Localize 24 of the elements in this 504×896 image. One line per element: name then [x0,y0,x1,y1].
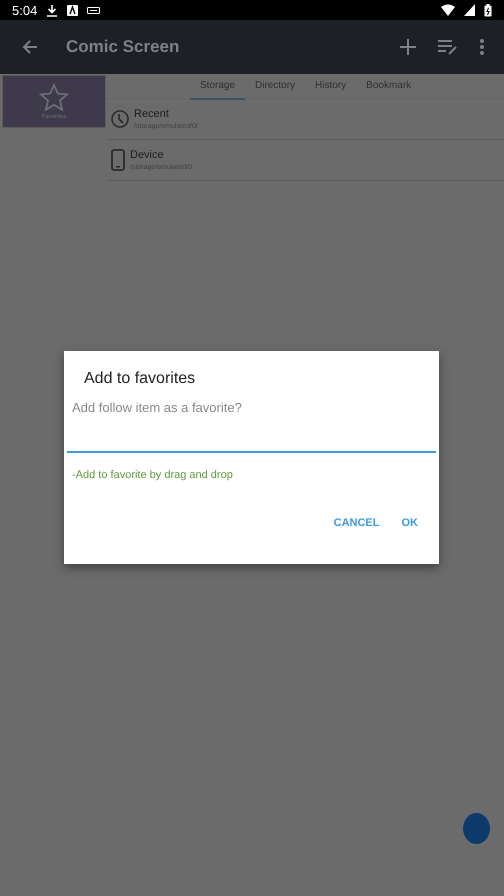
tab[interactable]: Bookmark [356,74,422,100]
download-icon [46,4,58,16]
wifi-icon [441,4,455,16]
back-arrow-icon[interactable] [22,39,38,55]
add-icon[interactable] [400,39,416,55]
tab[interactable]: History [305,74,356,100]
app-notification-icon [67,4,78,16]
location-name[interactable]: Device [130,149,192,161]
app-title: Comic Screen [66,37,180,57]
star-icon [39,83,69,111]
dialog-title: Add to favorites [84,370,196,388]
signal-icon [464,4,475,16]
status-time: 5:04 [12,2,38,18]
location-name[interactable]: Recent [134,108,198,120]
tab[interactable]: Storage [190,74,246,100]
clock-icon [111,109,129,129]
battery-icon [484,4,492,16]
phone-icon [111,149,125,171]
keyboard-icon [87,6,100,14]
tab[interactable]: Directory [245,74,306,100]
dialog-hint: -Add to favorite by drag and drop [72,469,233,481]
more-options-icon[interactable] [480,39,484,55]
edit-list-icon[interactable] [438,39,458,55]
dialog-message: Add follow item as a favorite? [72,400,242,415]
